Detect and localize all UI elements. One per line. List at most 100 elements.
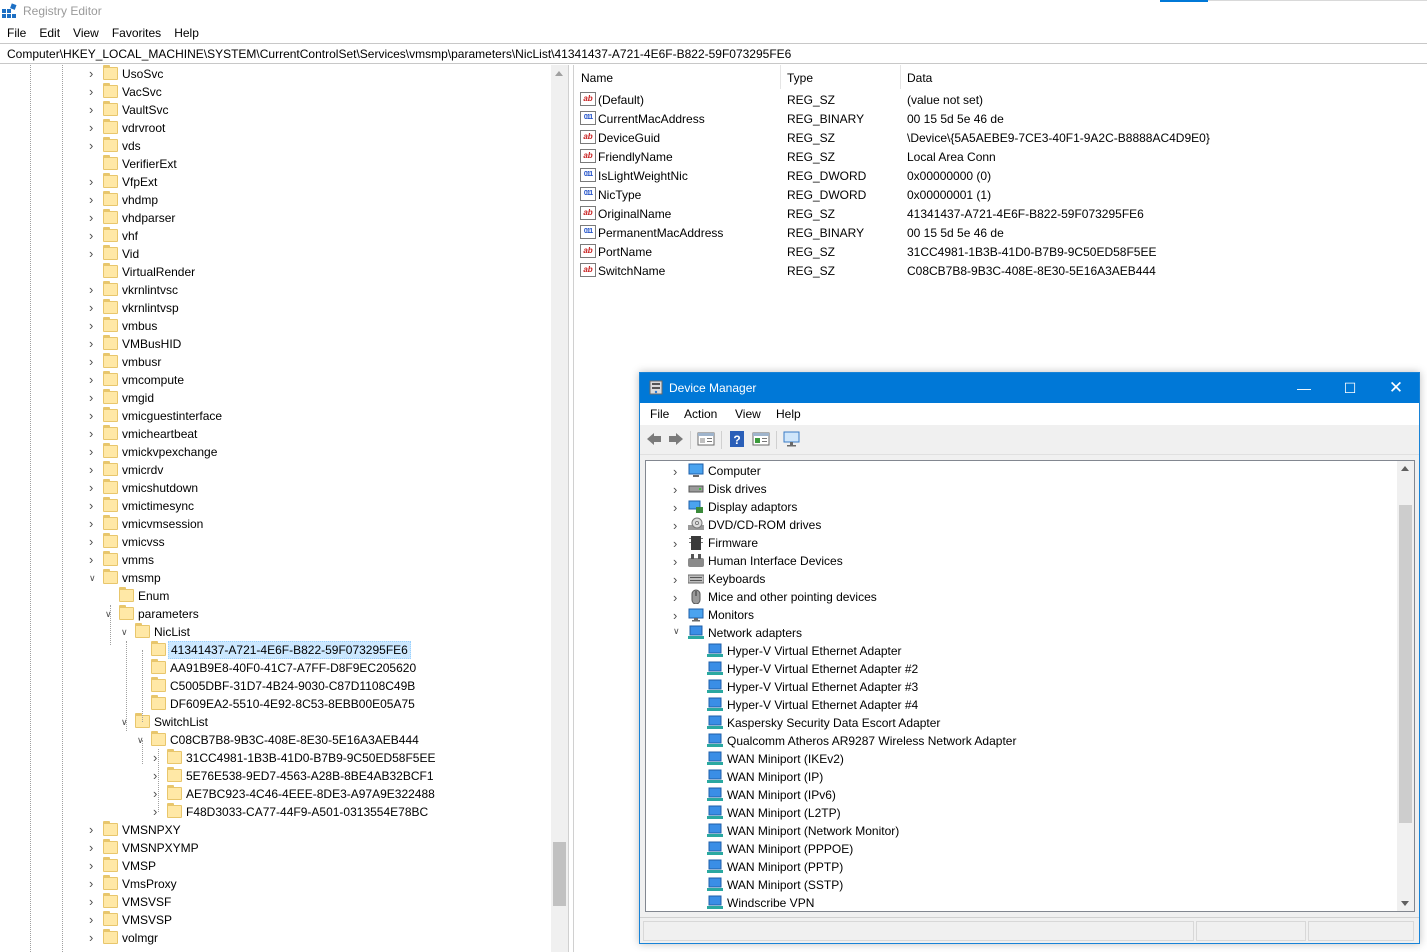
scroll-down-icon[interactable]	[1401, 901, 1409, 906]
network-adapter-item[interactable]: WAN Miniport (IP)	[646, 768, 1396, 786]
column-name[interactable]: Name	[581, 71, 613, 85]
device-category-label[interactable]: Human Interface Devices	[708, 554, 843, 568]
chevron-right-icon[interactable]: ›	[89, 301, 99, 314]
network-adapter-item[interactable]: WAN Miniport (IPv6)	[646, 786, 1396, 804]
tree-key-label[interactable]: vmicvmsession	[120, 516, 205, 532]
chevron-right-icon[interactable]: ›	[673, 500, 683, 515]
chevron-right-icon[interactable]: ›	[89, 247, 99, 260]
tree-key-label[interactable]: vmcompute	[120, 372, 186, 388]
tree-key-label[interactable]: vmicheartbeat	[120, 426, 199, 442]
tree-key-label[interactable]: 41341437-A721-4E6F-B822-59F073295FE6	[168, 641, 411, 659]
tree-key-label[interactable]: vmickvpexchange	[120, 444, 219, 460]
tree-key-label[interactable]: VMBusHID	[120, 336, 183, 352]
device-category-label[interactable]: Firmware	[708, 536, 758, 550]
chevron-right-icon[interactable]: ›	[89, 499, 99, 512]
tree-key-label[interactable]: VirtualRender	[120, 264, 197, 280]
tree-key-label[interactable]: vkrnlintvsp	[120, 300, 181, 316]
tree-key[interactable]: ∨ SwitchList	[0, 713, 550, 731]
chevron-right-icon[interactable]: ›	[89, 517, 99, 530]
tree-key[interactable]: › vds	[0, 137, 550, 155]
registry-value-row[interactable]: 011 CurrentMacAddress REG_BINARY 00 15 5d 5…	[574, 109, 1427, 128]
chevron-right-icon[interactable]: ›	[89, 553, 99, 566]
tree-key[interactable]: › vkrnlintvsc	[0, 281, 550, 299]
chevron-right-icon[interactable]: ›	[89, 877, 99, 890]
tree-key-label[interactable]: SwitchList	[152, 714, 210, 730]
help-icon[interactable]: ?	[728, 431, 746, 447]
tree-key[interactable]: › vmicvss	[0, 533, 550, 551]
network-adapter-label[interactable]: Hyper-V Virtual Ethernet Adapter #2	[727, 662, 918, 676]
chevron-right-icon[interactable]: ›	[89, 391, 99, 404]
tree-key[interactable]: › vhdparser	[0, 209, 550, 227]
network-adapter-item[interactable]: WAN Miniport (PPPOE)	[646, 840, 1396, 858]
scroll-thumb[interactable]	[553, 842, 566, 906]
menu-file[interactable]: File	[0, 24, 32, 42]
device-category[interactable]: › Firmware	[646, 534, 1396, 552]
tree-key-label[interactable]: volmgr	[120, 930, 160, 946]
column-type[interactable]: Type	[787, 71, 813, 85]
properties-icon[interactable]	[697, 431, 715, 447]
chevron-down-icon[interactable]: ∨	[89, 572, 99, 584]
tree-key[interactable]: › Vid	[0, 245, 550, 263]
chevron-right-icon[interactable]: ›	[89, 319, 99, 332]
network-adapter-label[interactable]: Qualcomm Atheros AR9287 Wireless Network…	[727, 734, 1016, 748]
tree-key-label[interactable]: VaultSvc	[120, 102, 170, 118]
tree-key[interactable]: › vdrvroot	[0, 119, 550, 137]
tree-key-label[interactable]: Enum	[136, 588, 171, 604]
chevron-right-icon[interactable]: ›	[673, 554, 683, 569]
address-path[interactable]: Computer\HKEY_LOCAL_MACHINE\SYSTEM\Curre…	[7, 47, 791, 61]
device-category-label[interactable]: Display adaptors	[708, 500, 797, 514]
chevron-right-icon[interactable]: ›	[89, 823, 99, 836]
tree-key-label[interactable]: VMSNPXY	[120, 822, 183, 838]
tree-key-label[interactable]: VerifierExt	[120, 156, 179, 172]
tree-key[interactable]: › vmbus	[0, 317, 550, 335]
device-category-label[interactable]: Mice and other pointing devices	[708, 590, 877, 604]
tree-key-label[interactable]: vmbus	[120, 318, 159, 334]
network-adapter-item[interactable]: Kaspersky Security Data Escort Adapter	[646, 714, 1396, 732]
device-category-label[interactable]: Disk drives	[708, 482, 767, 496]
tree-key-label[interactable]: AE7BC923-4C46-4EEE-8DE3-A97A9E322488	[184, 786, 437, 802]
chevron-right-icon[interactable]: ›	[89, 535, 99, 548]
tree-key-label[interactable]: vds	[120, 138, 143, 154]
chevron-right-icon[interactable]: ›	[89, 283, 99, 296]
device-category-label[interactable]: Network adapters	[708, 626, 802, 640]
chevron-right-icon[interactable]: ›	[673, 464, 683, 479]
tree-key[interactable]: › VMSVSP	[0, 911, 550, 929]
chevron-right-icon[interactable]: ›	[89, 139, 99, 152]
tree-key[interactable]: › VMSVSF	[0, 893, 550, 911]
registry-value-row[interactable]: ab DeviceGuid REG_SZ \Device\{5A5AEBE9-7CE3…	[574, 128, 1427, 147]
tree-key-label[interactable]: VfpExt	[120, 174, 159, 190]
monitor-scan-icon[interactable]	[783, 431, 801, 447]
chevron-right-icon[interactable]: ›	[89, 229, 99, 242]
tree-key[interactable]: › VacSvc	[0, 83, 550, 101]
tree-key[interactable]: › vmicrdv	[0, 461, 550, 479]
menu-help[interactable]: Help	[776, 407, 801, 421]
chevron-right-icon[interactable]: ›	[673, 518, 683, 533]
tree-key-label[interactable]: UsoSvc	[120, 66, 165, 82]
network-adapter-item[interactable]: WAN Miniport (IKEv2)	[646, 750, 1396, 768]
tree-key[interactable]: › VMSNPXY	[0, 821, 550, 839]
forward-arrow-icon[interactable]	[667, 431, 685, 447]
chevron-down-icon[interactable]: ∨	[673, 626, 683, 637]
tree-key[interactable]: › vmictimesync	[0, 497, 550, 515]
tree-key-label[interactable]: vhf	[120, 228, 140, 244]
tree-key-label[interactable]: vmicguestinterface	[120, 408, 224, 424]
registry-value-row[interactable]: ab (Default) REG_SZ (value not set)	[574, 90, 1427, 109]
tree-key-label[interactable]: VmsProxy	[120, 876, 179, 892]
tree-key[interactable]: › vmgid	[0, 389, 550, 407]
device-category[interactable]: ∨ Network adapters	[646, 624, 1396, 642]
tree-key[interactable]: › VMBusHID	[0, 335, 550, 353]
chevron-right-icon[interactable]: ›	[89, 913, 99, 926]
network-adapter-item[interactable]: Hyper-V Virtual Ethernet Adapter #4	[646, 696, 1396, 714]
chevron-right-icon[interactable]: ›	[673, 536, 683, 551]
chevron-right-icon[interactable]: ›	[89, 373, 99, 386]
column-divider[interactable]	[900, 65, 901, 89]
tree-key-label[interactable]: vmictimesync	[120, 498, 196, 514]
tree-key-label[interactable]: NicList	[152, 624, 192, 640]
chevron-right-icon[interactable]: ›	[89, 175, 99, 188]
menu-action[interactable]: Action	[684, 407, 717, 421]
network-adapter-label[interactable]: Hyper-V Virtual Ethernet Adapter #4	[727, 698, 918, 712]
registry-value-row[interactable]: ab SwitchName REG_SZ C08CB7B8-9B3C-408E-8E3…	[574, 261, 1427, 280]
tree-key[interactable]: ∨ parameters	[0, 605, 550, 623]
tree-key[interactable]: › VMSP	[0, 857, 550, 875]
network-adapter-label[interactable]: Hyper-V Virtual Ethernet Adapter	[727, 644, 902, 658]
